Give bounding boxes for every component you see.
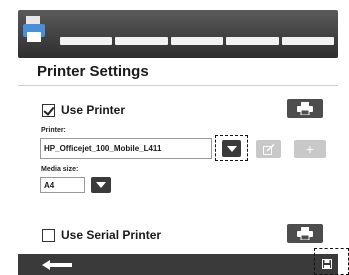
serial-print-button[interactable]	[287, 224, 323, 243]
printer-icon	[297, 102, 313, 115]
tab-strip	[60, 37, 335, 45]
tab-3[interactable]	[170, 37, 224, 45]
use-printer-checkbox[interactable]	[42, 103, 55, 117]
tab-4[interactable]	[226, 37, 279, 45]
media-size-dropdown-button[interactable]	[91, 177, 111, 193]
edit-printer-button[interactable]	[256, 140, 281, 158]
printer-app-icon	[23, 16, 45, 42]
use-serial-label: Use Serial Printer	[61, 228, 162, 242]
use-printer-label: Use Printer	[61, 103, 126, 117]
back-arrow-icon[interactable]	[42, 259, 74, 271]
tab-5[interactable]	[281, 37, 335, 45]
add-printer-button[interactable]: +	[294, 140, 326, 158]
use-printer-row[interactable]: Use Printer	[42, 103, 125, 117]
tab-1[interactable]	[60, 37, 113, 45]
use-serial-checkbox[interactable]	[42, 228, 55, 242]
save-highlight	[314, 248, 349, 275]
printer-dropdown-button[interactable]	[222, 140, 241, 157]
test-print-button[interactable]	[287, 99, 323, 118]
use-serial-row[interactable]: Use Serial Printer	[42, 228, 161, 242]
media-size-value: A4	[44, 180, 55, 190]
title-bar: Printer Settings	[18, 58, 338, 86]
edit-icon	[262, 143, 275, 155]
printer-label: Printer:	[41, 127, 66, 134]
media-size-field[interactable]: A4	[40, 177, 85, 193]
printer-field[interactable]: HP_Officejet_100_Mobile_L411	[40, 138, 212, 159]
tab-2[interactable]	[115, 37, 168, 45]
page-title: Printer Settings	[37, 63, 149, 80]
printer-value: HP_Officejet_100_Mobile_L411	[44, 144, 162, 153]
plus-icon: +	[305, 141, 315, 157]
printer-icon	[297, 227, 313, 240]
app-header	[18, 10, 338, 58]
media-size-label: Media size:	[41, 166, 79, 173]
bottom-bar	[18, 254, 338, 275]
